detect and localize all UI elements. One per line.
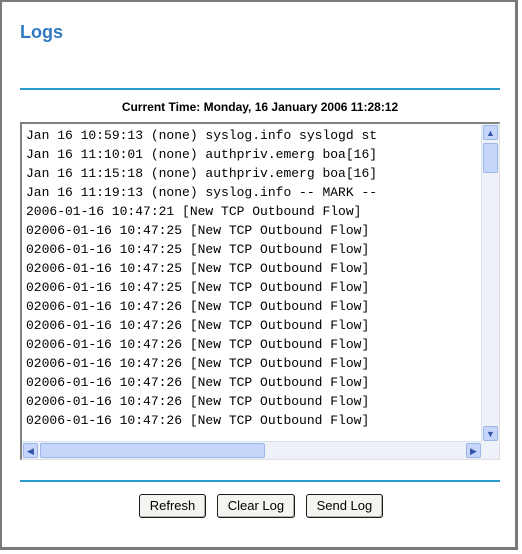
log-line: 2006-01-16 10:47:21 [New TCP Outbound Fl…: [26, 204, 370, 219]
arrow-up-icon[interactable]: ▲: [483, 125, 498, 140]
log-line: 02006-01-16 10:47:26 [New TCP Outbound F…: [26, 356, 370, 371]
divider: [20, 88, 500, 90]
log-line: 02006-01-16 10:47:26 [New TCP Outbound F…: [26, 318, 370, 333]
log-line: 02006-01-16 10:47:26 [New TCP Outbound F…: [26, 337, 370, 352]
log-line: 02006-01-16 10:47:25 [New TCP Outbound F…: [26, 242, 370, 257]
arrow-right-icon[interactable]: ▶: [466, 443, 481, 458]
button-bar: Refresh Clear Log Send Log: [2, 494, 520, 518]
scroll-corner: [482, 442, 499, 459]
log-line: 02006-01-16 10:47:25 [New TCP Outbound F…: [26, 261, 370, 276]
log-line: 02006-01-16 10:47:25 [New TCP Outbound F…: [26, 280, 370, 295]
page-title: Logs: [20, 22, 63, 42]
log-line: Jan 16 11:19:13 (none) syslog.info -- MA…: [26, 185, 378, 200]
send-log-button[interactable]: Send Log: [305, 494, 384, 518]
divider: [20, 480, 500, 482]
clear-log-button[interactable]: Clear Log: [216, 494, 296, 518]
log-line: Jan 16 11:15:18 (none) authpriv.emerg bo…: [26, 166, 378, 181]
vertical-scroll-thumb[interactable]: [483, 143, 498, 173]
arrow-left-icon[interactable]: ◀: [23, 443, 38, 458]
log-lines: Jan 16 10:59:13 (none) syslog.info syslo…: [22, 124, 482, 444]
current-time: Current Time: Monday, 16 January 2006 11…: [121, 100, 399, 114]
horizontal-scroll-thumb[interactable]: [40, 443, 265, 458]
vertical-scrollbar[interactable]: ▲ ▼: [481, 124, 499, 442]
log-textarea[interactable]: Jan 16 10:59:13 (none) syslog.info syslo…: [20, 122, 500, 460]
arrow-down-icon[interactable]: ▼: [483, 426, 498, 441]
horizontal-scrollbar[interactable]: ◀ ▶: [22, 441, 482, 459]
log-line: 02006-01-16 10:47:26 [New TCP Outbound F…: [26, 375, 370, 390]
log-line: 02006-01-16 10:47:26 [New TCP Outbound F…: [26, 413, 370, 428]
log-line: 02006-01-16 10:47:26 [New TCP Outbound F…: [26, 394, 370, 409]
log-line: Jan 16 11:10:01 (none) authpriv.emerg bo…: [26, 147, 378, 162]
log-line: 02006-01-16 10:47:25 [New TCP Outbound F…: [26, 223, 370, 238]
refresh-button[interactable]: Refresh: [138, 494, 207, 518]
logs-window: Logs Current Time: Monday, 16 January 20…: [0, 0, 518, 550]
log-line: Jan 16 10:59:13 (none) syslog.info syslo…: [26, 128, 378, 143]
log-line: 02006-01-16 10:47:26 [New TCP Outbound F…: [26, 299, 370, 314]
